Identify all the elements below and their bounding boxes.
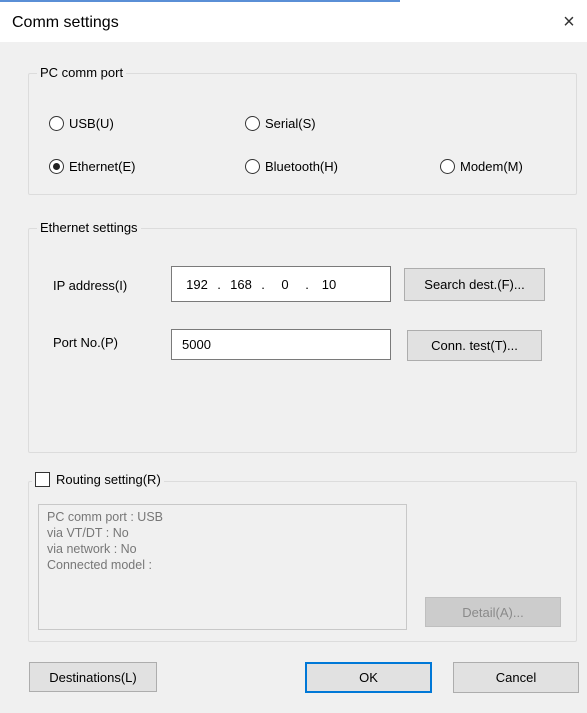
ip-octet-1: 192 <box>186 276 208 292</box>
radio-ethernet[interactable]: Ethernet(E) <box>49 159 135 174</box>
routing-info-box: PC comm port : USB via VT/DT : No via ne… <box>38 504 407 630</box>
radio-usb[interactable]: USB(U) <box>49 116 114 131</box>
ip-dot: . <box>217 276 221 292</box>
dialog-title: Comm settings <box>12 14 119 31</box>
routing-info-line: via network : No <box>47 542 137 556</box>
cancel-button[interactable]: Cancel <box>453 662 579 693</box>
radio-ethernet-label: Ethernet(E) <box>69 159 136 174</box>
routing-info-line: PC comm port : USB <box>47 510 163 524</box>
radio-circle-usb <box>49 116 64 131</box>
ip-octet-3: 0 <box>281 276 289 292</box>
radio-modem[interactable]: Modem(M) <box>440 159 523 174</box>
radio-circle-ethernet <box>49 159 64 174</box>
routing-info-line: Connected model : <box>47 558 152 572</box>
close-icon[interactable]: × <box>557 10 581 34</box>
checkbox-box <box>35 472 50 487</box>
comm-settings-dialog: Comm settings × PC comm port USB(U) Seri… <box>0 2 587 713</box>
radio-bluetooth-label: Bluetooth(H) <box>265 159 338 174</box>
ip-dot: . <box>305 276 309 292</box>
ip-octet-4: 10 <box>321 276 337 292</box>
routing-setting-group: Routing setting(R) PC comm port : USB vi… <box>28 472 577 642</box>
destinations-button[interactable]: Destinations(L) <box>29 662 157 692</box>
pc-comm-port-legend: PC comm port <box>37 65 127 80</box>
radio-circle-modem <box>440 159 455 174</box>
ip-dot: . <box>261 276 265 292</box>
detail-button[interactable]: Detail(A)... <box>425 597 561 627</box>
search-dest-button[interactable]: Search dest.(F)... <box>404 268 545 301</box>
port-no-label: Port No.(P) <box>53 335 119 350</box>
routing-info-line: via VT/DT : No <box>47 526 129 540</box>
routing-setting-checkbox[interactable]: Routing setting(R) <box>32 472 164 487</box>
radio-circle-bluetooth <box>245 159 260 174</box>
radio-circle-serial <box>245 116 260 131</box>
radio-modem-label: Modem(M) <box>460 159 523 174</box>
ip-octet-2: 168 <box>230 276 252 292</box>
radio-usb-label: USB(U) <box>69 116 114 131</box>
routing-setting-label: Routing setting(R) <box>56 472 161 487</box>
radio-bluetooth[interactable]: Bluetooth(H) <box>245 159 338 174</box>
ok-button[interactable]: OK <box>305 662 432 693</box>
pc-comm-port-group: PC comm port USB(U) Serial(S) Ethernet(E… <box>28 65 577 195</box>
ethernet-settings-legend: Ethernet settings <box>37 220 141 235</box>
ip-address-label: IP address(I) <box>53 278 128 293</box>
conn-test-button[interactable]: Conn. test(T)... <box>407 330 542 361</box>
port-no-field[interactable]: 5000 <box>171 329 391 360</box>
radio-serial-label: Serial(S) <box>265 116 316 131</box>
radio-serial[interactable]: Serial(S) <box>245 116 316 131</box>
title-bar: Comm settings × <box>0 2 587 42</box>
ip-address-field[interactable]: 192 . 168 . 0 . 10 <box>171 266 391 302</box>
ethernet-settings-group: Ethernet settings IP address(I) 192 . 16… <box>28 220 577 453</box>
